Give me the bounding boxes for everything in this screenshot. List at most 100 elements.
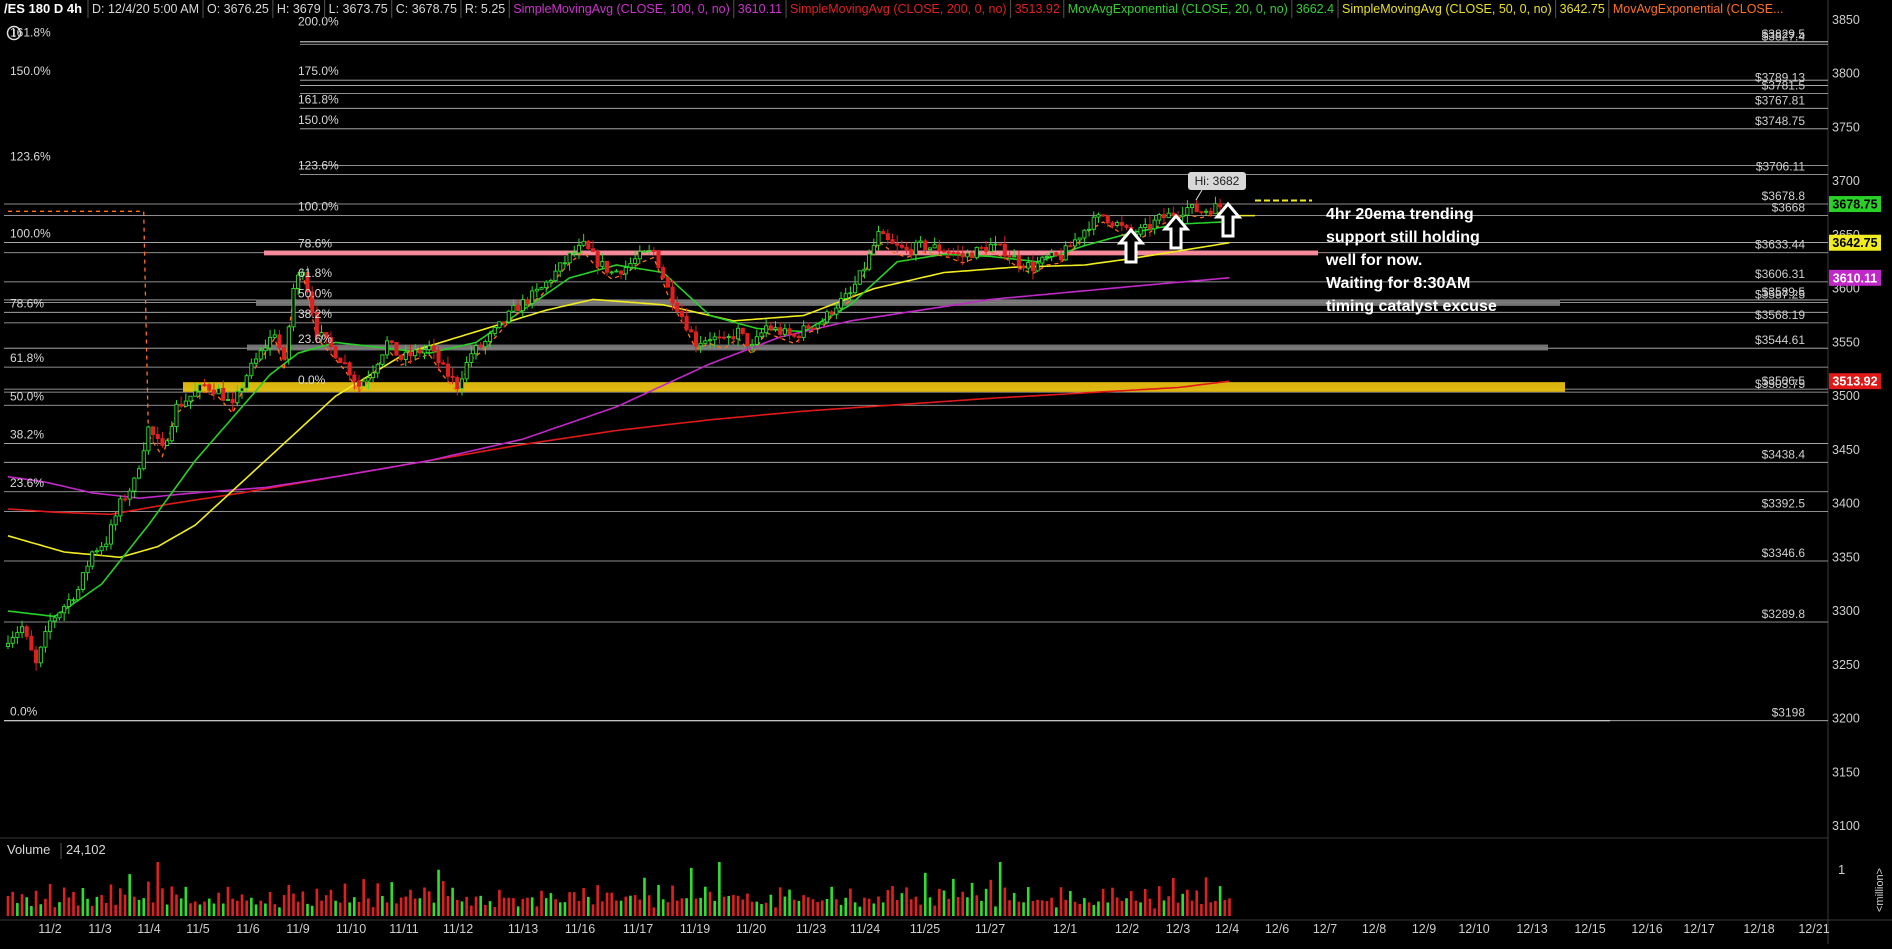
- volume-bar: [104, 902, 108, 916]
- volume-bar: [905, 887, 908, 916]
- volume-bar: [488, 901, 492, 916]
- candle-body: [132, 477, 137, 492]
- volume-bar: [170, 886, 174, 916]
- candle-body: [740, 327, 745, 334]
- volume-bar: [727, 896, 731, 916]
- volume-bar: [666, 902, 670, 916]
- volume-bar: [306, 903, 309, 916]
- volume-bar: [1120, 900, 1124, 916]
- volume-bar: [900, 893, 904, 916]
- volume-bar: [367, 898, 370, 916]
- price-badge-text: 3610.11: [1833, 271, 1878, 285]
- candle-body: [525, 299, 530, 304]
- volume-bar: [647, 895, 651, 916]
- candle-body: [815, 323, 820, 329]
- volume-bar: [952, 878, 955, 916]
- volume-bar: [86, 898, 89, 916]
- candle-body: [394, 342, 399, 356]
- volume-bar: [998, 862, 1002, 916]
- volume-bar: [395, 903, 398, 916]
- volume-bar: [1143, 889, 1147, 916]
- candle-body: [750, 343, 755, 347]
- volume-bar: [643, 877, 646, 916]
- fib-mid-label: 200.0%: [298, 15, 339, 29]
- volume-bar: [451, 887, 454, 916]
- header-field-8: SimpleMovingAvg (CLOSE, 200, 0, no): [790, 2, 1007, 16]
- volume-bar: [610, 892, 614, 916]
- candle-body: [469, 353, 474, 363]
- volume-bar: [1190, 900, 1194, 916]
- volume-bar: [404, 896, 408, 916]
- x-tick-label: 12/21: [1798, 922, 1829, 936]
- header-symbol: /ES 180 D 4h: [4, 1, 82, 16]
- volume-bar: [296, 901, 300, 916]
- volume-bar: [1064, 899, 1067, 916]
- candle-body: [675, 302, 680, 312]
- candle-body: [1087, 228, 1092, 231]
- candle-body: [1161, 214, 1167, 219]
- candle-body: [19, 626, 25, 634]
- x-tick-label: 12/17: [1683, 922, 1714, 936]
- candle-body: [871, 244, 876, 255]
- candle-body: [1119, 222, 1124, 226]
- fib-left-label: 100.0%: [10, 226, 51, 240]
- volume-bar: [1036, 899, 1039, 916]
- volume-bar: [151, 902, 155, 916]
- candle-body: [211, 389, 216, 395]
- price-chart[interactable]: 161.8%150.0%123.6%100.0%78.6%61.8%50.0%3…: [0, 0, 1892, 944]
- volume-bar: [825, 898, 829, 916]
- chart-background: [0, 0, 1892, 944]
- volume-bar: [418, 898, 422, 916]
- volume-bar: [329, 889, 333, 916]
- candle-body: [506, 310, 511, 323]
- candle-body: [1035, 262, 1040, 272]
- candle-body: [736, 327, 741, 340]
- candle-body: [333, 346, 338, 359]
- candle-body: [689, 329, 694, 333]
- volume-bar: [6, 895, 10, 916]
- candle-body: [1030, 262, 1035, 272]
- volume-bar: [1223, 900, 1227, 916]
- volume-bar: [760, 904, 763, 916]
- candle-body: [216, 388, 221, 395]
- volume-bar: [432, 902, 436, 916]
- annotation-line: 4hr 20ema trending: [1326, 206, 1474, 223]
- candle-body: [1138, 227, 1143, 235]
- candle-body: [104, 543, 109, 548]
- candle-body: [796, 335, 801, 338]
- x-tick-label: 11/9: [286, 922, 309, 936]
- candle-body: [347, 362, 352, 376]
- level-label: $3668: [1772, 201, 1806, 215]
- candle-body: [1021, 265, 1026, 269]
- candle-body: [754, 336, 759, 345]
- candle-body: [263, 347, 268, 352]
- candle-body: [24, 626, 29, 637]
- candle-body: [1002, 243, 1007, 257]
- volume-bar: [839, 904, 843, 916]
- fib-left-label: 61.8%: [10, 351, 44, 365]
- volume-bar: [1204, 877, 1208, 916]
- candle-body: [984, 247, 989, 252]
- volume-bar: [858, 906, 862, 916]
- volume-bar: [338, 902, 342, 916]
- header-field-10: MovAvgExponential (CLOSE, 20, 0, no): [1068, 2, 1288, 16]
- candle-body: [895, 243, 900, 246]
- volume-bar: [872, 903, 876, 916]
- volume-bar: [437, 869, 440, 916]
- x-tick-label: 11/17: [623, 922, 653, 936]
- volume-bar: [390, 882, 394, 916]
- volume-bar: [572, 892, 576, 916]
- volume-bar: [689, 867, 693, 916]
- volume-bar: [357, 901, 361, 916]
- x-tick-label: 12/13: [1516, 922, 1547, 936]
- candle-body: [890, 239, 895, 245]
- volume-bar: [512, 898, 515, 916]
- volume-bar: [774, 907, 777, 916]
- volume-bar: [1078, 903, 1082, 916]
- candle-body: [590, 248, 596, 253]
- volume-bar: [423, 887, 426, 916]
- x-tick-label: 11/27: [975, 922, 1005, 936]
- candle-body: [717, 336, 722, 339]
- volume-bar: [479, 895, 482, 916]
- volume-bar: [1129, 891, 1133, 916]
